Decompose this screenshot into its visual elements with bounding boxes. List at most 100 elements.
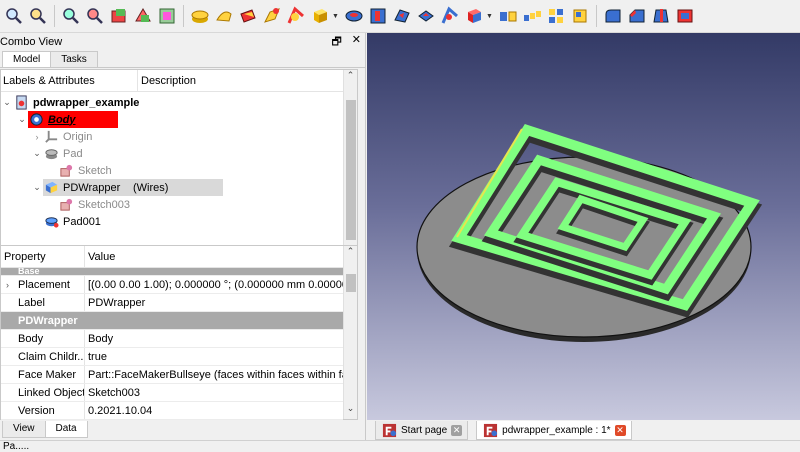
tree-item-pad[interactable]: ⌄ Pad — [1, 145, 343, 162]
tab-pdwrapper-example[interactable]: pdwrapper_example : 1* ✕ — [476, 421, 632, 440]
polar-pattern-icon[interactable] — [545, 5, 567, 27]
property-row-placement[interactable]: › Placement [(0.00 0.00 1.00); 0.000000 °… — [1, 276, 343, 294]
combo-view-header: Combo View 🗗 ✕ — [0, 33, 365, 51]
additive-helix-icon[interactable] — [285, 5, 307, 27]
property-value[interactable]: PDWrapper — [85, 297, 343, 309]
property-value[interactable]: Sketch003 — [85, 387, 343, 399]
subtractive-box-icon[interactable] — [463, 5, 485, 27]
view-zoom-icon[interactable] — [60, 5, 82, 27]
thickness-icon[interactable] — [674, 5, 696, 27]
tab-data[interactable]: Data — [44, 421, 88, 438]
property-group-pdwrapper[interactable]: PDWrapper — [1, 312, 343, 330]
close-icon[interactable]: ✕ — [614, 424, 626, 436]
tree-item-label: Pad — [63, 147, 83, 160]
property-key: Face Maker — [18, 368, 77, 381]
part-tools-icon[interactable] — [108, 5, 130, 27]
linear-pattern-icon[interactable] — [521, 5, 543, 27]
mirrored-icon[interactable] — [497, 5, 519, 27]
tree-item-pdwrapper[interactable]: ⌄ PDWrapper (Wires) — [1, 179, 343, 196]
tree-item-body[interactable]: ⌄ Body — [1, 111, 343, 128]
tab-model[interactable]: Model — [2, 51, 52, 67]
chevron-right-icon[interactable]: › — [6, 280, 9, 290]
property-header: Property Value — [1, 246, 357, 268]
scroll-up-icon[interactable]: ⌃ — [344, 246, 357, 262]
view-box-zoom-icon[interactable] — [84, 5, 106, 27]
subtractive-loft-icon[interactable] — [415, 5, 437, 27]
3d-scene[interactable] — [367, 33, 800, 420]
property-row-face-maker[interactable]: Face Maker Part::FaceMakerBullseye (face… — [1, 366, 343, 384]
scrollbar-thumb[interactable] — [346, 274, 356, 292]
groove-icon[interactable] — [391, 5, 413, 27]
measure-icon[interactable] — [156, 5, 178, 27]
property-scrollbar[interactable]: ⌃ ⌄ — [343, 246, 357, 419]
column-header-description[interactable]: Description — [138, 75, 196, 87]
column-header-property[interactable]: Property — [1, 246, 85, 267]
scroll-down-icon[interactable]: ⌄ — [344, 403, 357, 419]
property-group-base[interactable]: Base — [1, 268, 343, 276]
multi-transform-icon[interactable] — [569, 5, 591, 27]
tree-item-sketch[interactable]: Sketch — [1, 162, 343, 179]
property-value[interactable]: Part::FaceMakerBullseye (faces within fa… — [85, 369, 343, 381]
column-header-value[interactable]: Value — [85, 251, 115, 263]
additive-loft-icon[interactable] — [237, 5, 259, 27]
property-row-label[interactable]: Label PDWrapper — [1, 294, 343, 312]
tree-item-document[interactable]: ⌄ pdwrapper_example — [1, 94, 343, 111]
tab-tasks[interactable]: Tasks — [50, 51, 98, 67]
freecad-icon — [381, 422, 397, 438]
property-key: Label — [18, 296, 45, 309]
property-row-body[interactable]: Body Body — [1, 330, 343, 348]
column-header-labels[interactable]: Labels & Attributes — [1, 70, 138, 91]
property-row-linked-object[interactable]: Linked Object Sketch003 — [1, 384, 343, 402]
property-value[interactable]: true — [85, 351, 343, 363]
tree-item-label: Body — [48, 113, 76, 126]
chevron-down-icon[interactable]: ⌄ — [31, 182, 43, 193]
property-key: Linked Object — [18, 386, 85, 399]
close-icon[interactable]: ✕ — [451, 424, 463, 436]
draft-icon[interactable] — [650, 5, 672, 27]
chevron-right-icon[interactable]: › — [31, 132, 43, 142]
float-panel-icon[interactable]: 🗗 — [331, 33, 341, 52]
chevron-down-icon[interactable]: ⌄ — [16, 114, 28, 125]
3d-viewport[interactable] — [367, 33, 800, 420]
tab-start-page[interactable]: Start page ✕ — [375, 421, 469, 440]
fillet-icon[interactable] — [602, 5, 624, 27]
additive-pipe-icon[interactable] — [261, 5, 283, 27]
tree-header: Labels & Attributes Description — [1, 70, 357, 92]
tab-view[interactable]: View — [2, 421, 46, 438]
property-row-claim-children[interactable]: Claim Childr... true — [1, 348, 343, 366]
sketcher-icon[interactable] — [132, 5, 154, 27]
toolbar-separator — [54, 5, 55, 27]
tab-label: pdwrapper_example : 1* — [502, 424, 611, 436]
tree-scrollbar[interactable]: ⌃ ⌄ — [343, 70, 357, 271]
group-label: Base — [18, 268, 40, 276]
property-value[interactable]: [(0.00 0.00 1.00); 0.000000 °; (0.000000… — [85, 279, 343, 291]
tree-item-description: (Wires) — [133, 181, 169, 194]
tree-item-pad001[interactable]: Pad001 — [1, 213, 343, 230]
scroll-up-icon[interactable]: ⌃ — [344, 70, 357, 86]
property-row-version[interactable]: Version 0.2021.10.04 — [1, 402, 343, 420]
property-key: Version — [18, 404, 55, 417]
tree-item-label: Origin — [63, 130, 93, 143]
document-icon — [13, 95, 29, 111]
tree-item-label: PDWrapper — [63, 181, 121, 194]
chevron-down-icon[interactable]: ⌄ — [1, 97, 13, 108]
scrollbar-thumb[interactable] — [346, 100, 356, 240]
pad-icon[interactable] — [189, 5, 211, 27]
tree-item-sketch003[interactable]: Sketch003 — [1, 196, 343, 213]
tree-item-origin[interactable]: › Origin — [1, 128, 343, 145]
chamfer-icon[interactable] — [626, 5, 648, 27]
close-icon[interactable]: ✕ — [352, 33, 361, 52]
chevron-down-icon[interactable]: ▼ — [332, 13, 340, 20]
fit-selection-icon[interactable] — [27, 5, 49, 27]
chevron-down-icon[interactable]: ⌄ — [31, 148, 43, 159]
pocket-icon[interactable] — [343, 5, 365, 27]
chevron-down-icon[interactable]: ▼ — [486, 13, 494, 20]
fit-all-icon[interactable] — [3, 5, 25, 27]
additive-box-icon[interactable] — [309, 5, 331, 27]
property-value[interactable]: 0.2021.10.04 — [85, 405, 343, 417]
hole-icon[interactable] — [367, 5, 389, 27]
property-value[interactable]: Body — [85, 333, 343, 345]
subtractive-pipe-icon[interactable] — [439, 5, 461, 27]
model-tree: Labels & Attributes Description ⌄ pdwrap… — [0, 69, 358, 272]
revolution-icon[interactable] — [213, 5, 235, 27]
